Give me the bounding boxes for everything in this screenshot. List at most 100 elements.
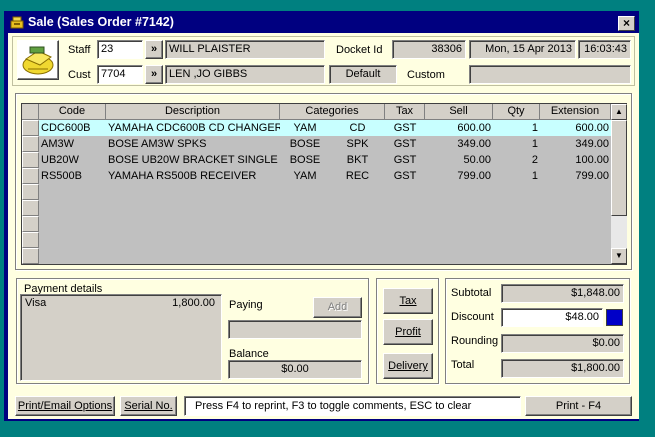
window-title: Sale (Sales Order #7142) [28,15,174,29]
sale-logo [17,40,59,80]
vertical-scrollbar[interactable]: ▲ ▼ [611,104,627,264]
table-row[interactable]: RS500B YAMAHA RS500B RECEIVER YAM REC GS… [22,168,612,184]
cell-sell: 600.00 [457,122,491,134]
table-row[interactable]: UB20W BOSE UB20W BRACKET SINGLE BOSE BKT… [22,152,612,168]
subtotal-label: Subtotal [451,287,492,299]
payment-amount: 1,800.00 [172,297,215,309]
scroll-down-button[interactable]: ▼ [611,248,627,264]
cell-description: YAMAHA CDC600B CD CHANGER [108,122,280,134]
row-selector[interactable] [22,152,39,168]
payment-method: Visa [25,297,47,309]
cell-category-1: BOSE [289,154,321,166]
row-selector[interactable] [22,200,39,216]
cell-category-2: CD [349,122,366,134]
row-selector[interactable] [22,136,39,152]
tax-button[interactable]: Tax [383,288,433,314]
staff-code-field[interactable]: 23 [97,40,143,59]
total-label: Total [451,359,475,371]
cell-qty: 2 [531,154,538,166]
cell-category-2: BKT [346,154,369,166]
grid-corner [22,104,39,120]
cust-label: Cust [68,69,91,81]
cell-extension: 799.00 [575,170,609,182]
row-selector[interactable] [22,168,39,184]
cell-extension: 349.00 [575,138,609,150]
cust-code-field[interactable]: 7704 [97,65,143,84]
staff-label: Staff [68,44,91,56]
payments-list[interactable]: Visa 1,800.00 [20,294,222,381]
row-selector[interactable] [22,248,39,264]
row-selector[interactable] [22,216,39,232]
custom-label: Custom [407,69,445,81]
discount-color-swatch[interactable] [606,309,623,326]
row-selector[interactable] [22,120,39,136]
delivery-button[interactable]: Delivery [383,353,433,379]
discount-field[interactable]: $48.00 [501,308,603,327]
profit-button[interactable]: Profit [383,319,433,345]
cell-category-2: SPK [346,138,369,150]
cell-extension: 600.00 [575,122,609,134]
cell-qty: 1 [531,138,538,150]
price-level-field[interactable]: Default [329,65,397,84]
close-icon: × [622,16,630,30]
discount-label: Discount [451,311,494,323]
cell-description: BOSE AM3W SPKS [108,138,207,150]
cell-category-1: BOSE [289,138,321,150]
close-button[interactable]: × [618,16,635,31]
cell-category-1: YAM [293,170,317,182]
status-bar: Press F4 to reprint, F3 to toggle commen… [184,396,521,416]
arrow-down-icon: ▼ [615,251,623,260]
cell-sell: 349.00 [457,138,491,150]
title-bar[interactable]: Sale (Sales Order #7142) [8,14,639,32]
serial-no-button[interactable]: Serial No. [120,396,177,416]
cell-description: BOSE UB20W BRACKET SINGLE [108,154,278,166]
items-grid[interactable]: Code Description Categories Tax Sell Qty… [21,103,627,265]
row-selector[interactable] [22,232,39,248]
docket-id-field: 38306 [392,40,466,59]
cell-tax: GST [393,122,417,134]
cell-description: YAMAHA RS500B RECEIVER [108,170,257,182]
col-qty-header[interactable]: Qty [493,104,540,120]
cell-tax: GST [393,170,417,182]
docket-id-label: Docket Id [336,44,383,56]
balance-label: Balance [229,348,269,360]
table-row[interactable]: AM3W BOSE AM3W SPKS BOSE SPK GST 349.00 … [22,136,612,152]
table-row[interactable]: CDC600B YAMAHA CDC600B CD CHANGER YAM CD… [22,120,612,136]
print-email-options-button[interactable]: Print/Email Options [15,396,115,416]
paying-label: Paying [229,299,263,311]
add-payment-button[interactable]: Add [313,297,362,318]
staff-name-field: WILL PLAISTER [165,40,325,59]
total-field: $1,800.00 [501,359,624,378]
col-tax-header[interactable]: Tax [385,104,425,120]
cust-name-field: LEN ,JO GIBBS [165,65,325,84]
cell-code: CDC600B [41,122,91,134]
col-code-header[interactable]: Code [39,104,106,120]
col-categories-header[interactable]: Categories [280,104,385,120]
money-bag-icon [22,46,54,75]
scroll-up-button[interactable]: ▲ [611,104,627,120]
subtotal-field: $1,848.00 [501,284,624,303]
cell-qty: 1 [531,122,538,134]
cell-category-1: YAM [293,122,317,134]
col-sell-header[interactable]: Sell [425,104,493,120]
scroll-thumb[interactable] [611,120,627,216]
col-extension-header[interactable]: Extension [540,104,611,120]
cell-qty: 1 [531,170,538,182]
cell-code: AM3W [41,138,74,150]
custom-field[interactable] [469,65,631,84]
print-button[interactable]: Print - F4 [525,396,632,416]
paying-field[interactable] [228,320,362,339]
cash-register-icon [10,16,24,29]
cell-tax: GST [393,138,417,150]
rounding-field: $0.00 [501,334,624,353]
col-description-header[interactable]: Description [106,104,280,120]
time-field: 16:03:43 [578,40,631,59]
date-field: Mon, 15 Apr 2013 [469,40,576,59]
cell-tax: GST [393,154,417,166]
cust-lookup-button[interactable]: » [145,65,163,84]
rounding-label: Rounding [451,335,499,347]
row-selector[interactable] [22,184,39,200]
staff-lookup-button[interactable]: » [145,40,163,59]
cell-code: RS500B [41,170,82,182]
balance-field: $0.00 [228,360,362,379]
